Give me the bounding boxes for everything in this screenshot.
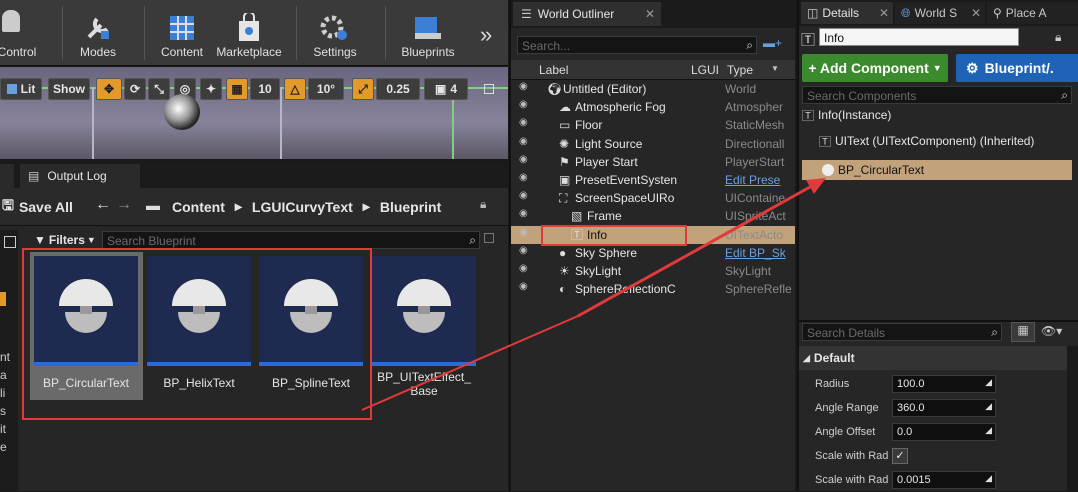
annotation-arrow — [361, 178, 826, 411]
